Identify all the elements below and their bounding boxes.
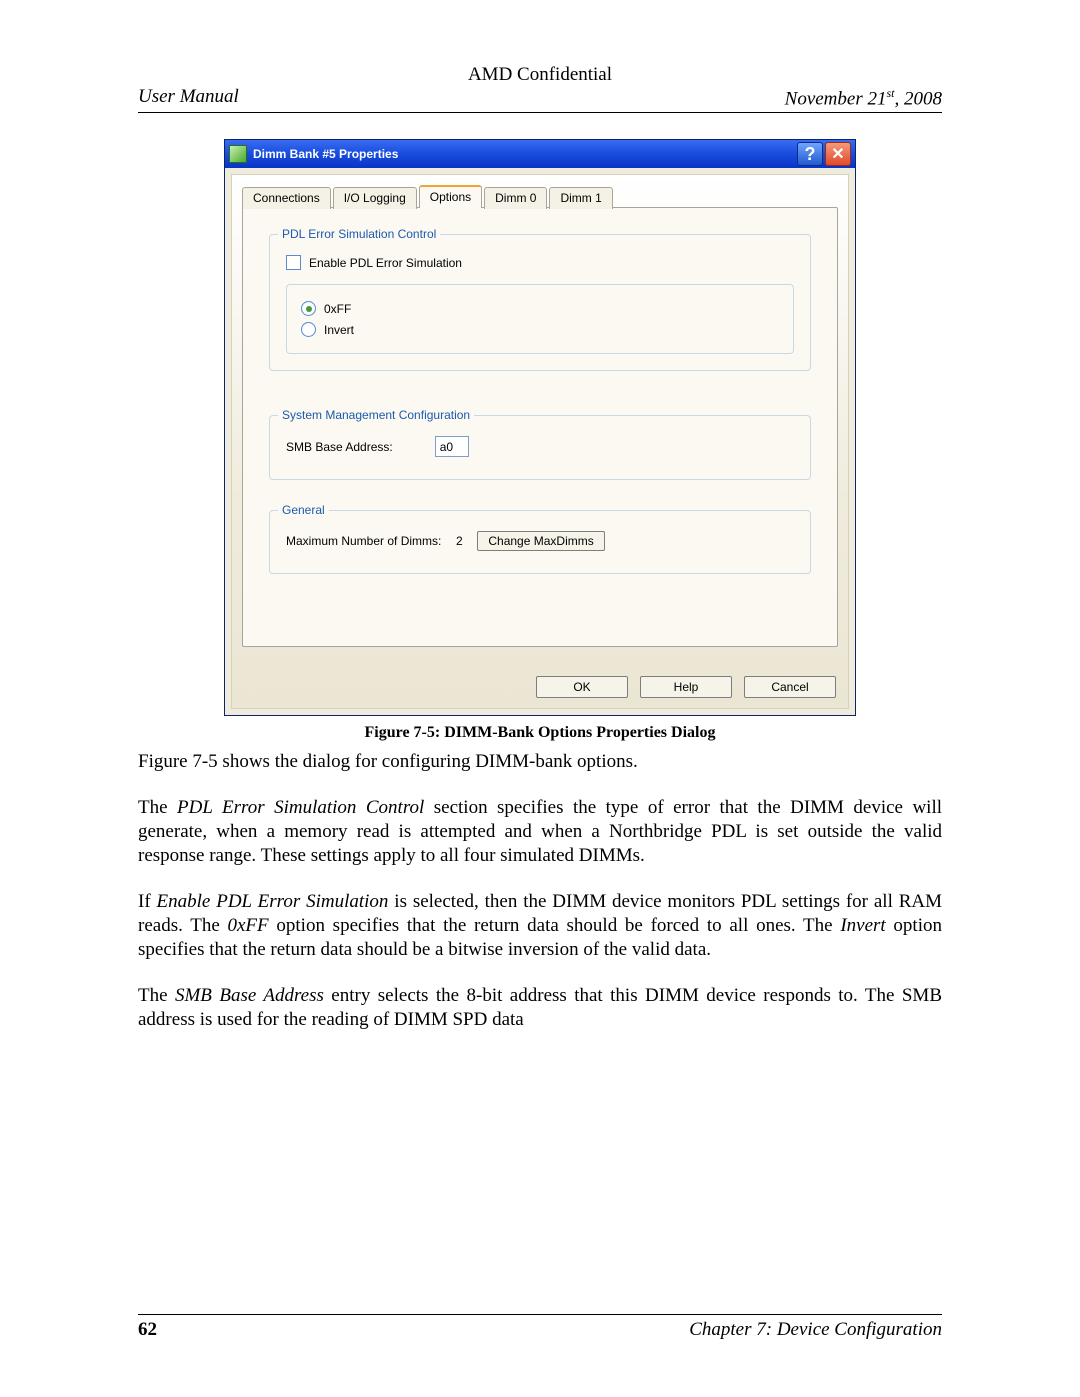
group-general: General Maximum Number of Dimms: 2 Chang… <box>269 510 811 574</box>
date-suffix: , 2008 <box>895 88 943 109</box>
help-button[interactable]: Help <box>640 676 732 698</box>
smb-label: SMB Base Address: <box>286 440 393 454</box>
tab-strip: Connections I/O Logging Options Dimm 0 D… <box>242 185 838 208</box>
max-dimms-value: 2 <box>449 534 469 548</box>
group-smb: System Management Configuration SMB Base… <box>269 415 811 480</box>
tab-options[interactable]: Options <box>419 185 482 208</box>
help-icon[interactable]: ? <box>797 142 823 166</box>
p4-text: The <box>138 985 175 1006</box>
paragraph-4: The SMB Base Address entry selects the 8… <box>138 984 942 1032</box>
radio-invert-label: Invert <box>324 323 354 337</box>
paragraph-3: If Enable PDL Error Simulation is select… <box>138 890 942 962</box>
properties-dialog: Dimm Bank #5 Properties ? ✕ Connections … <box>224 139 856 716</box>
radio-0xff[interactable]: 0xFF <box>301 301 779 316</box>
cancel-button[interactable]: Cancel <box>744 676 836 698</box>
tab-dimm1[interactable]: Dimm 1 <box>549 187 612 209</box>
enable-pdl-label: Enable PDL Error Simulation <box>309 256 462 270</box>
group-smb-title: System Management Configuration <box>278 408 474 422</box>
p3-term2: 0xFF <box>228 915 269 936</box>
document-page: AMD Confidential User Manual November 21… <box>0 0 1080 1397</box>
paragraph-1: Figure 7-5 shows the dialog for configur… <box>138 750 942 774</box>
p4-term: SMB Base Address <box>175 985 324 1006</box>
close-icon[interactable]: ✕ <box>825 142 851 166</box>
tab-connections[interactable]: Connections <box>242 187 331 209</box>
change-maxdimms-button[interactable]: Change MaxDimms <box>477 531 604 551</box>
dialog-title: Dimm Bank #5 Properties <box>253 147 398 161</box>
chapter-label: Chapter 7: Device Configuration <box>689 1319 942 1341</box>
group-general-title: General <box>278 503 329 517</box>
date-prefix: November 21 <box>785 88 887 109</box>
page-number: 62 <box>138 1319 157 1341</box>
radio-icon[interactable] <box>301 322 316 337</box>
checkbox-icon[interactable] <box>286 255 301 270</box>
p3-term3: Invert <box>840 915 885 936</box>
date-ordinal: st <box>886 86 894 100</box>
header-left: User Manual <box>138 86 239 110</box>
group-pdl-error: PDL Error Simulation Control Enable PDL … <box>269 234 811 371</box>
classification: AMD Confidential <box>138 64 942 86</box>
ok-button[interactable]: OK <box>536 676 628 698</box>
header-date: November 21st, 2008 <box>785 86 942 110</box>
page-header: User Manual November 21st, 2008 <box>138 86 942 113</box>
max-dimms-label: Maximum Number of Dimms: <box>286 534 441 548</box>
tab-panel-options: PDL Error Simulation Control Enable PDL … <box>242 207 838 647</box>
smb-address-input[interactable]: a0 <box>435 436 469 457</box>
group-pdl-title: PDL Error Simulation Control <box>278 227 440 241</box>
paragraph-2: The PDL Error Simulation Control section… <box>138 796 942 868</box>
pdl-radio-group: 0xFF Invert <box>286 284 794 354</box>
radio-icon[interactable] <box>301 301 316 316</box>
page-footer: 62 Chapter 7: Device Configuration <box>138 1314 942 1341</box>
p3-text3: option specifies that the return data sh… <box>269 915 841 936</box>
p3-term1: Enable PDL Error Simulation <box>157 891 389 912</box>
dialog-button-row: OK Help Cancel <box>242 672 838 698</box>
figure-caption: Figure 7-5: DIMM-Bank Options Properties… <box>138 724 942 742</box>
dialog-titlebar[interactable]: Dimm Bank #5 Properties ? ✕ <box>225 140 855 168</box>
tab-io-logging[interactable]: I/O Logging <box>333 187 417 209</box>
radio-invert[interactable]: Invert <box>301 322 779 337</box>
p3-text: If <box>138 891 157 912</box>
dialog-body: Connections I/O Logging Options Dimm 0 D… <box>231 174 849 709</box>
tab-dimm0[interactable]: Dimm 0 <box>484 187 547 209</box>
p2-term: PDL Error Simulation Control <box>177 797 424 818</box>
app-icon <box>229 145 247 163</box>
p2-text: The <box>138 797 177 818</box>
radio-0xff-label: 0xFF <box>324 302 351 316</box>
enable-pdl-checkbox[interactable]: Enable PDL Error Simulation <box>286 255 794 270</box>
